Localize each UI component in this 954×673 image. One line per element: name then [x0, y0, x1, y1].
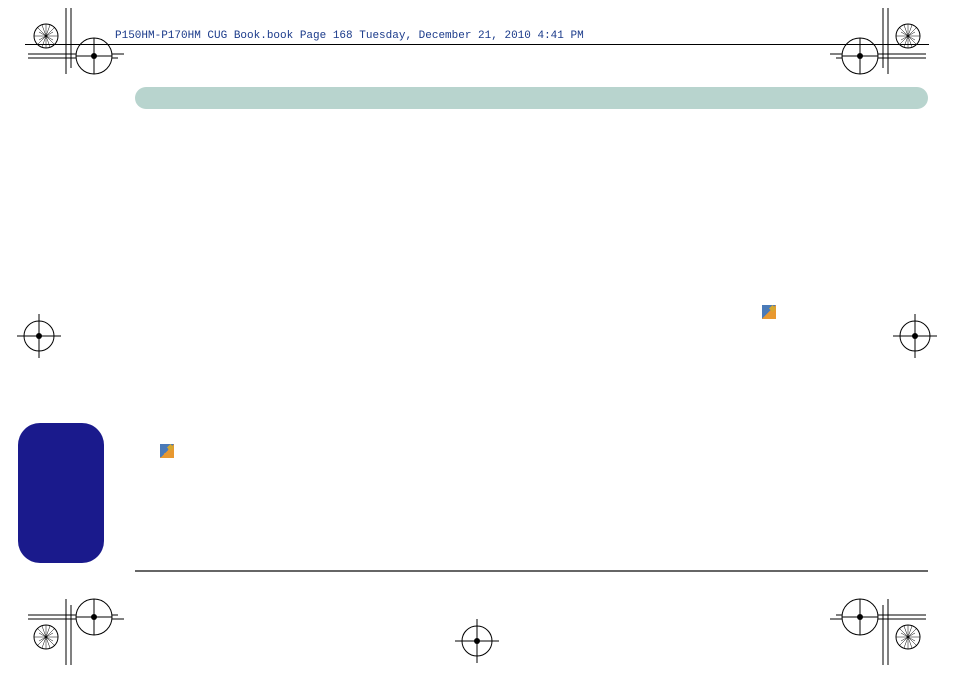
edit-icon	[160, 444, 174, 458]
registration-mark-icon	[28, 595, 128, 665]
header-divider	[25, 44, 929, 45]
edit-icon	[762, 305, 776, 319]
registration-mark-icon	[826, 595, 926, 665]
side-tab	[18, 423, 104, 563]
crosshair-mark-icon	[17, 314, 61, 358]
section-header-bar	[135, 87, 928, 109]
registration-mark-icon	[826, 8, 926, 78]
crosshair-mark-icon	[893, 314, 937, 358]
header-metadata-text: P150HM-P170HM CUG Book.book Page 168 Tue…	[115, 30, 584, 42]
registration-mark-icon	[28, 8, 128, 78]
crosshair-mark-icon	[455, 619, 499, 663]
footer-divider	[135, 570, 928, 572]
